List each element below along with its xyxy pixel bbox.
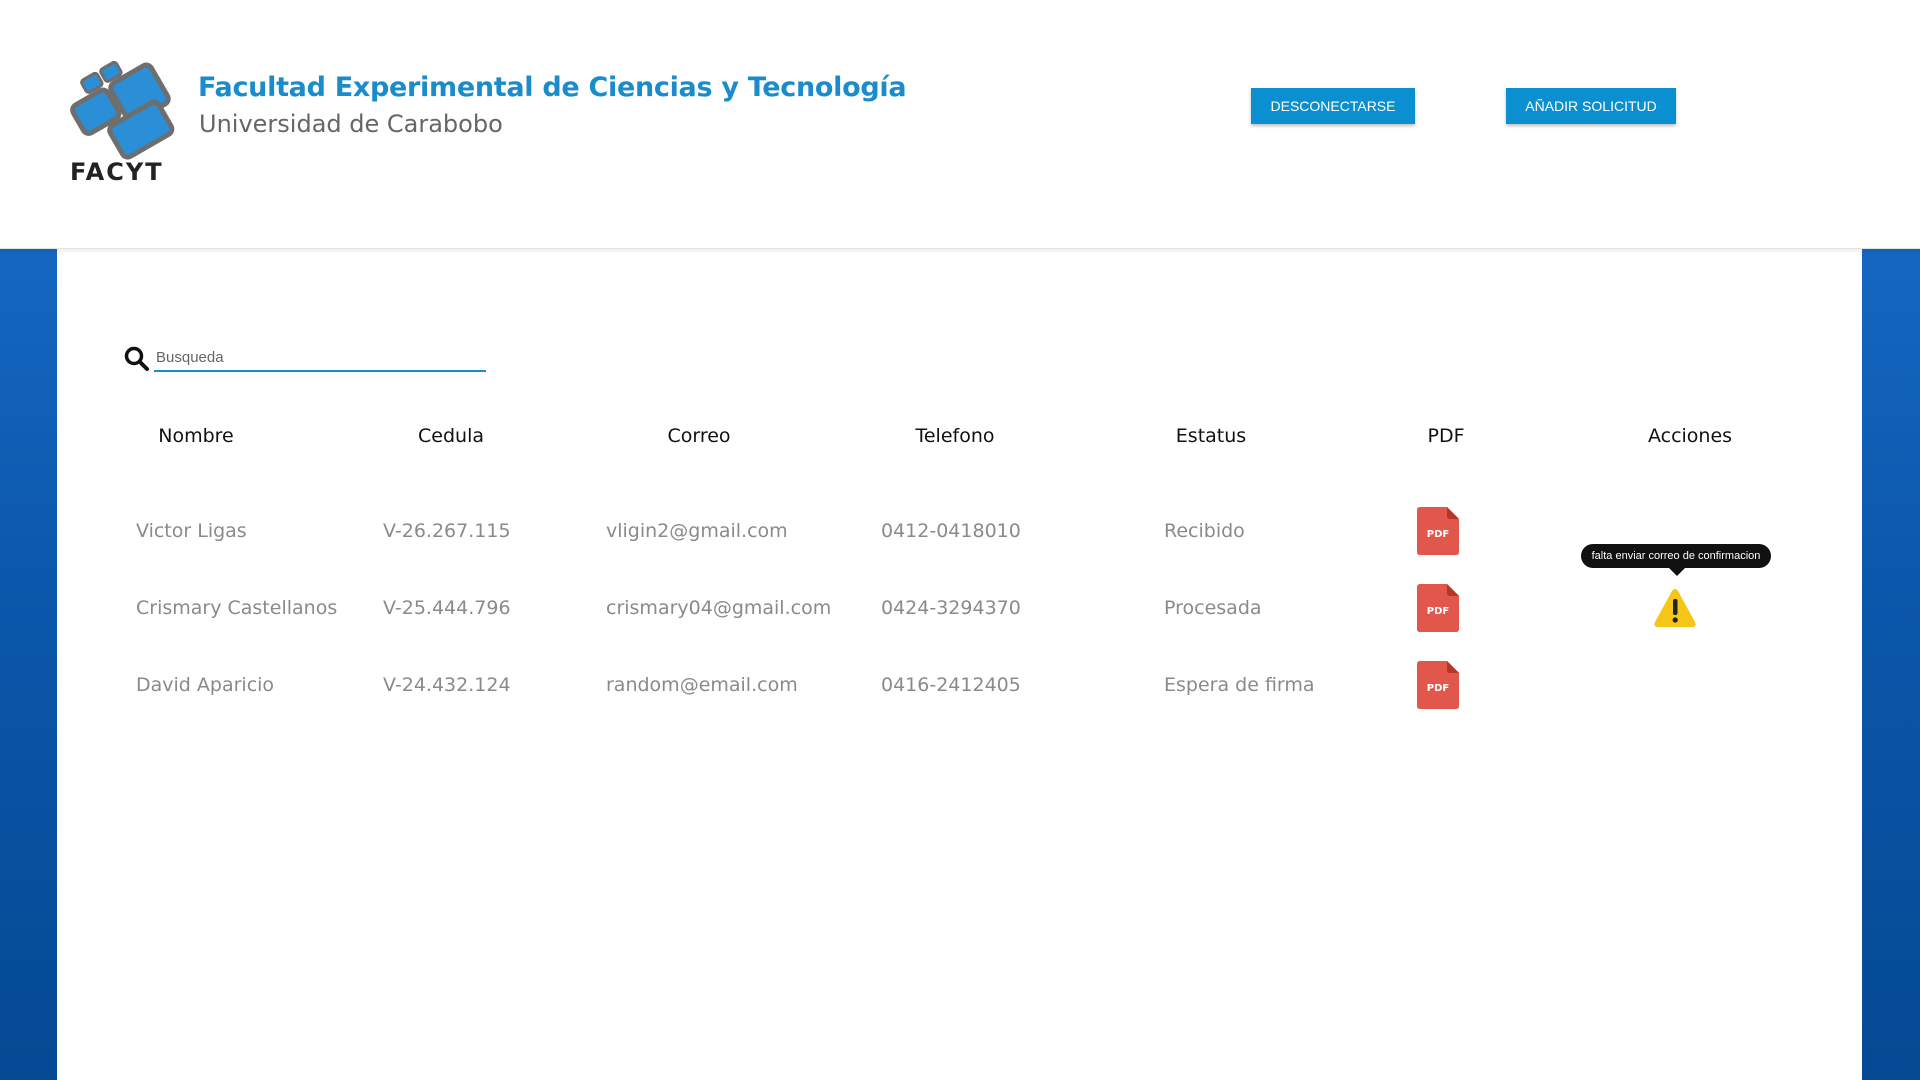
column-header-estatus: Estatus xyxy=(1175,425,1247,447)
cell-telefono: 0424-3294370 xyxy=(881,597,1021,619)
pdf-file-icon[interactable]: PDF xyxy=(1417,584,1459,632)
cell-telefono: 0416-2412405 xyxy=(881,674,1021,696)
cell-nombre: Victor Ligas xyxy=(136,520,247,542)
svg-text:PDF: PDF xyxy=(1427,529,1449,540)
app-header: FACYT Facultad Experimental de Ciencias … xyxy=(0,0,1920,249)
add-request-button[interactable]: AÑADIR SOLICITUD xyxy=(1506,88,1676,124)
cell-estatus: Recibido xyxy=(1164,520,1245,542)
logo-title: Facultad Experimental de Ciencias y Tecn… xyxy=(198,72,907,103)
svg-text:FACYT: FACYT xyxy=(70,158,164,182)
pdf-file-icon[interactable]: PDF xyxy=(1417,507,1459,555)
column-header-acciones: Acciones xyxy=(1647,425,1733,447)
cell-correo: random@email.com xyxy=(606,674,798,696)
search-icon[interactable] xyxy=(124,346,150,372)
svg-text:PDF: PDF xyxy=(1427,606,1449,617)
column-header-cedula: Cedula xyxy=(418,425,484,447)
column-header-nombre: Nombre xyxy=(158,425,234,447)
warning-icon[interactable] xyxy=(1654,588,1696,628)
logo-subtitle: Universidad de Carabobo xyxy=(199,110,503,138)
cell-correo: vligin2@gmail.com xyxy=(606,520,788,542)
column-header-telefono: Telefono xyxy=(915,425,995,447)
column-header-correo: Correo xyxy=(667,425,731,447)
facyt-logo: FACYT xyxy=(70,60,175,182)
cell-nombre: David Aparicio xyxy=(136,674,275,696)
cell-estatus: Espera de firma xyxy=(1164,674,1315,696)
cell-correo: crismary04@gmail.com xyxy=(606,597,832,619)
logout-button[interactable]: DESCONECTARSE xyxy=(1251,88,1415,124)
search-input[interactable] xyxy=(154,344,486,372)
cell-estatus: Procesada xyxy=(1164,597,1262,619)
cell-nombre: Crismary Castellanos xyxy=(136,597,338,619)
content-panel xyxy=(57,249,1862,1080)
column-header-pdf: PDF xyxy=(1427,425,1465,447)
svg-text:PDF: PDF xyxy=(1427,683,1449,694)
pdf-file-icon[interactable]: PDF xyxy=(1417,661,1459,709)
cell-cedula: V-26.267.115 xyxy=(383,520,511,542)
cell-telefono: 0412-0418010 xyxy=(881,520,1021,542)
cell-cedula: V-25.444.796 xyxy=(383,597,511,619)
warning-tooltip: falta enviar correo de confirmacion xyxy=(1581,544,1771,576)
cell-cedula: V-24.432.124 xyxy=(383,674,511,696)
